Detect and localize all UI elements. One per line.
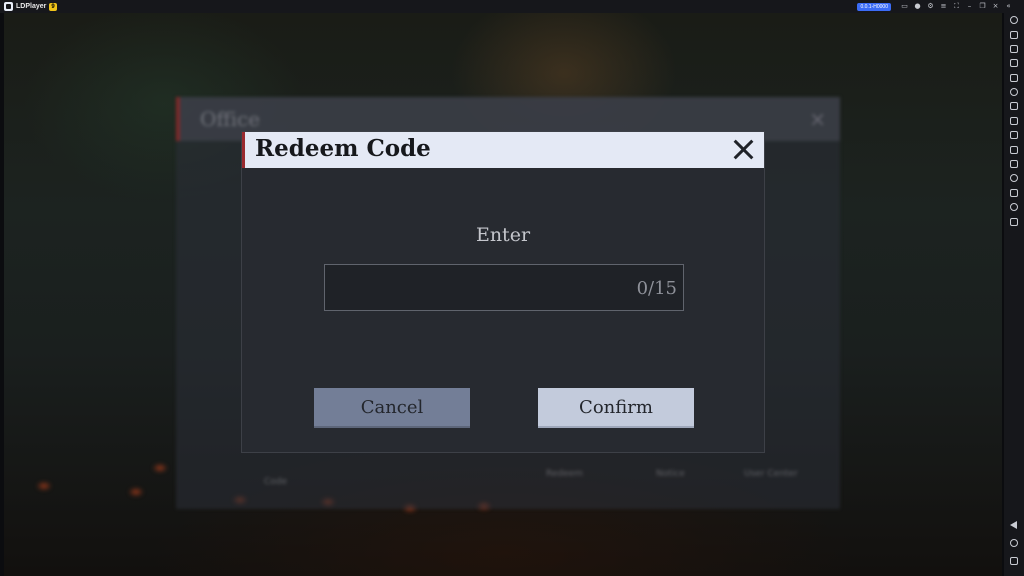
- office-label-notice: Notice: [656, 469, 685, 479]
- app-name: LDPlayer: [16, 3, 47, 10]
- emulator-sidebar: [1004, 13, 1024, 576]
- office-label-redeem: Redeem: [546, 469, 583, 479]
- ldplayer-logo-icon: [4, 2, 13, 11]
- settings-icon[interactable]: ⚙: [927, 3, 934, 10]
- close-icon[interactable]: ×: [992, 3, 999, 10]
- volume-up-icon[interactable]: [1010, 45, 1018, 53]
- office-label-code: Code: [264, 477, 288, 487]
- vibrate-icon[interactable]: [1010, 218, 1018, 226]
- dialog-title: Redeem Code: [255, 135, 431, 162]
- collapse-sidebar-icon[interactable]: «: [1005, 3, 1012, 10]
- scissors-icon[interactable]: [1010, 131, 1018, 139]
- sync-icon[interactable]: [1010, 146, 1018, 154]
- dialog-close-icon[interactable]: [728, 135, 758, 165]
- enter-label: Enter: [475, 224, 531, 246]
- settings-icon[interactable]: [1010, 16, 1018, 24]
- fullscreen-icon[interactable]: ⛶: [953, 3, 960, 10]
- lantern-glow: [36, 481, 52, 491]
- screenshot-icon[interactable]: [1010, 74, 1018, 82]
- window-title-bar: LDPlayer 9 0.0.1-H0000 ▭ ● ⚙ ≡ ⛶ – ❐ × «: [0, 0, 1024, 13]
- office-close-icon: ×: [809, 107, 826, 131]
- shake-icon[interactable]: [1010, 174, 1018, 182]
- office-label-user-center: User Center: [744, 469, 798, 479]
- redeem-code-input[interactable]: 0/15: [324, 264, 684, 311]
- recent-apps-icon[interactable]: [1010, 557, 1018, 565]
- cancel-button[interactable]: Cancel: [314, 388, 470, 428]
- back-icon[interactable]: [1010, 521, 1017, 529]
- record-icon[interactable]: [1010, 102, 1018, 110]
- office-menu-labels: Code Redeem Notice User Center: [176, 465, 840, 487]
- dialog-header: Redeem Code: [242, 132, 764, 168]
- rotate-icon[interactable]: [1010, 88, 1018, 96]
- apk-icon[interactable]: [1010, 160, 1018, 168]
- lantern-glow: [128, 487, 144, 497]
- office-title: Office: [200, 107, 261, 131]
- gamepad-icon[interactable]: ▭: [901, 3, 908, 10]
- keyboard-icon[interactable]: [1010, 31, 1018, 39]
- restore-icon[interactable]: ❐: [979, 3, 986, 10]
- fps-icon[interactable]: [1010, 117, 1018, 125]
- menu-icon[interactable]: ≡: [940, 3, 947, 10]
- lantern-glow: [152, 463, 168, 473]
- home-icon[interactable]: [1010, 539, 1018, 547]
- folder-icon[interactable]: [1010, 189, 1018, 197]
- redeem-code-dialog: Redeem Code Enter 0/15 Cancel Confirm: [241, 131, 765, 453]
- title-badge[interactable]: 0.0.1-H0000: [857, 2, 891, 11]
- character-counter: 0/15: [636, 278, 677, 299]
- location-icon[interactable]: [1010, 203, 1018, 211]
- volume-down-icon[interactable]: [1010, 59, 1018, 67]
- minimize-icon[interactable]: –: [966, 3, 973, 10]
- account-icon[interactable]: ●: [914, 3, 921, 10]
- confirm-button[interactable]: Confirm: [538, 388, 694, 428]
- version-badge: 9: [49, 2, 57, 11]
